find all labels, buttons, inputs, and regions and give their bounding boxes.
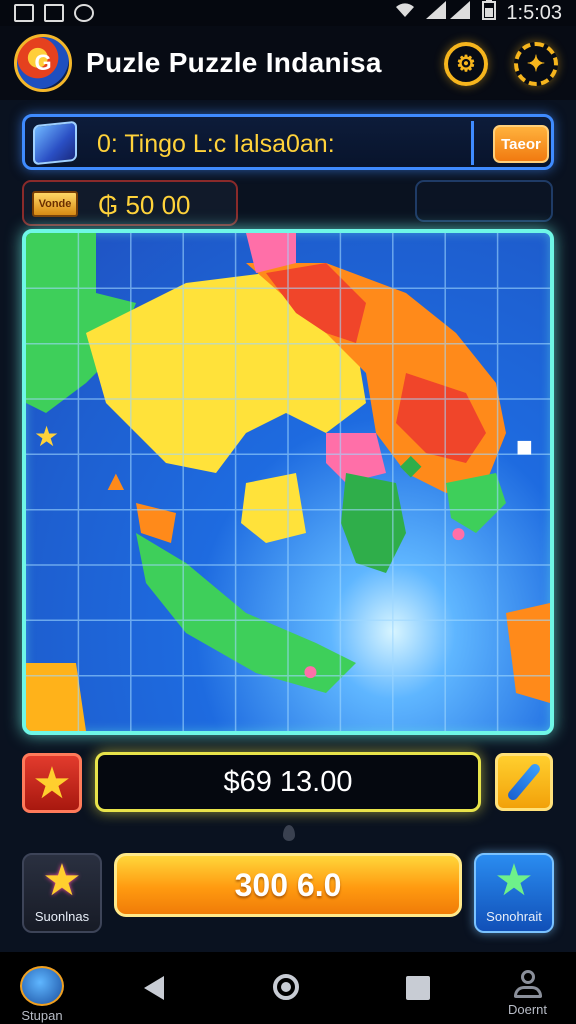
favorite-button[interactable]: ★ [22, 753, 82, 813]
character-icon[interactable]: ● [302, 657, 319, 685]
photo-icon [44, 4, 64, 22]
treasure-icon[interactable]: ● [262, 485, 279, 513]
wifi-icon [394, 1, 416, 25]
status-right-icons: 1:5:03 [394, 0, 562, 26]
nav-account[interactable]: Doernt [508, 970, 547, 1017]
app-logo: G [14, 34, 72, 92]
main-action-label: 300 6.0 [234, 866, 342, 903]
fox-character-icon[interactable]: ▲ [102, 467, 130, 495]
mission-bar: 0: Tingo L:c Ialsa0an: Taeor [22, 114, 554, 170]
pencil-icon [506, 761, 542, 803]
nav-account-label: Doernt [508, 1002, 548, 1017]
land-green-bottom [136, 533, 356, 693]
back-button[interactable] [144, 976, 164, 1000]
share-icon: ✦ [526, 51, 546, 76]
app-header: G Puzle Puzzle Indanisa ⚙ ✦ [0, 26, 576, 100]
cube-icon[interactable]: ■ [516, 433, 533, 461]
signal-icon [426, 1, 472, 25]
recents-icon [406, 976, 430, 1000]
land-green-center [341, 473, 406, 573]
pink-character-icon[interactable]: ● [450, 519, 467, 547]
left-action-label: Suonlnas [34, 909, 90, 924]
mission-text: 0: Tingo L:c Ialsa0an: [97, 130, 335, 158]
clock-time: 1:5:03 [506, 1, 562, 24]
image-icon [14, 4, 34, 22]
status-left-icons [14, 4, 94, 22]
right-action-button[interactable]: ★ Sonohrait [474, 853, 554, 933]
recents-button[interactable] [406, 976, 430, 1000]
right-action-label: Sonohrait [486, 909, 542, 924]
main-action-button[interactable]: 300 6.0 [114, 853, 462, 917]
share-button[interactable]: ✦ [514, 42, 558, 86]
ticket-icon: Vonde [32, 191, 78, 217]
star-icon[interactable]: ★ [34, 423, 59, 451]
settings-button[interactable]: ⚙ [444, 42, 488, 86]
star-icon: ★ [32, 758, 72, 808]
battery-icon [482, 0, 497, 26]
edit-button[interactable] [495, 753, 553, 811]
settings-icon: ⚙ [456, 51, 476, 76]
land-yellow-corner [26, 663, 86, 731]
left-action-button[interactable]: ★ Suonlnas [22, 853, 102, 933]
drop-icon [283, 825, 295, 841]
rainbow-star-icon: ★ [42, 856, 82, 905]
mission-divider [471, 121, 474, 165]
notification-icon [74, 4, 94, 22]
score-value: $69 13.00 [223, 765, 353, 798]
score-display: $69 13.00 [95, 752, 481, 812]
home-icon [273, 974, 299, 1000]
puzzle-box-icon [33, 120, 77, 166]
puzzle-board[interactable]: ★ ▲ ● ◆ ● ● ■ [22, 229, 554, 735]
empty-slot [415, 180, 553, 222]
nav-profile-label: Stupan [21, 1008, 63, 1023]
mission-button[interactable]: Taeor [493, 125, 549, 163]
app-title: Puzle Puzzle Indanisa [86, 47, 382, 78]
avatar [20, 966, 64, 1006]
coin-amount: ₲ 50 00 [98, 190, 191, 220]
status-bar: 1:5:03 [0, 0, 576, 26]
green-star-icon: ★ [494, 856, 534, 905]
land-orange-right [506, 603, 550, 703]
back-icon [144, 976, 164, 1000]
dragon-character-icon[interactable]: ◆ [400, 451, 422, 479]
logo-letter: G [34, 50, 52, 75]
nav-profile[interactable]: Stupan [20, 966, 64, 1023]
coin-counter: Vonde ₲ 50 00 [22, 180, 238, 226]
person-icon [511, 970, 545, 1000]
home-button[interactable] [273, 974, 299, 1000]
navigation-bar: Stupan Doernt [0, 952, 576, 1024]
